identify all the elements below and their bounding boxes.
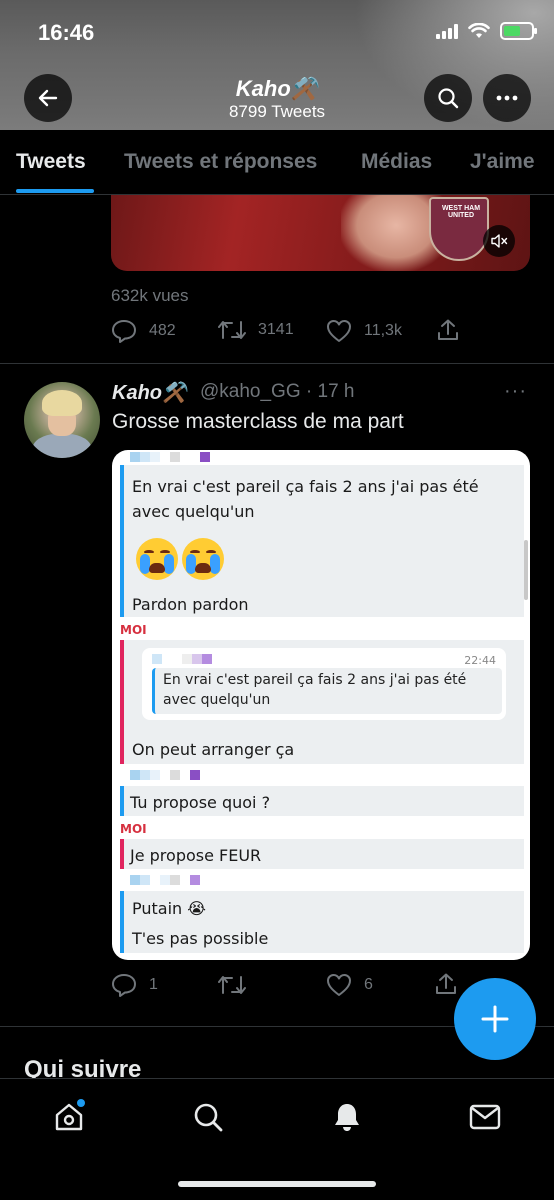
- retweet-count: 3141: [258, 321, 294, 338]
- reply-count: 482: [149, 322, 176, 339]
- like-count: 11,3k: [364, 322, 402, 339]
- reply-action[interactable]: 1: [111, 973, 158, 997]
- tab-tweets[interactable]: Tweets: [16, 150, 86, 174]
- retweet-icon: [218, 321, 246, 339]
- search-icon: [438, 88, 459, 109]
- like-count: 6: [364, 976, 373, 993]
- reply-count: 1: [149, 976, 158, 993]
- more-icon: [496, 95, 518, 101]
- muted-speaker-icon: [491, 234, 508, 248]
- wifi-icon: [468, 23, 490, 38]
- profile-header: 16:46 Kaho⚒️ 8799 Tweets: [0, 0, 554, 130]
- message-text: En vrai c'est pareil ça fais 2 ans j'ai …: [132, 477, 479, 496]
- share-icon: [438, 319, 458, 340]
- screenshot-scrollbar: [524, 540, 528, 600]
- nav-messages[interactable]: [467, 1099, 503, 1135]
- search-icon: [194, 1103, 223, 1132]
- more-button[interactable]: [483, 74, 531, 122]
- message-text: On peut arranger ça: [132, 740, 295, 759]
- quote-text: avec quelqu'un: [163, 692, 271, 708]
- nav-home[interactable]: [51, 1099, 87, 1135]
- messages-icon: [469, 1104, 501, 1130]
- like-action[interactable]: 11,3k: [326, 319, 402, 343]
- reply-icon: [112, 320, 136, 343]
- quote-text: En vrai c'est pareil ça fais 2 ans j'ai …: [163, 672, 467, 688]
- share-action[interactable]: [436, 318, 460, 342]
- profile-tabs: Tweets Tweets et réponses Médias J'aime: [0, 130, 554, 195]
- heart-icon: [327, 974, 351, 996]
- quote-time: 22:44: [464, 654, 496, 667]
- message-text: Pardon pardon: [132, 595, 249, 614]
- tweet-handle-time[interactable]: @kaho_GG · 17 h: [200, 381, 354, 403]
- retweet-action[interactable]: [218, 974, 258, 996]
- nav-search[interactable]: [190, 1099, 226, 1135]
- tweet-text: Grosse masterclass de ma part: [112, 410, 404, 433]
- message-text: avec quelqu'un: [132, 502, 255, 521]
- battery-icon: [500, 22, 537, 40]
- view-count: 632k vues: [111, 286, 189, 305]
- quoted-message: 22:44 En vrai c'est pareil ça fais 2 ans…: [142, 648, 506, 720]
- tab-media[interactable]: Médias: [361, 150, 432, 174]
- reply-action[interactable]: 482: [111, 319, 176, 343]
- search-button[interactable]: [424, 74, 472, 122]
- pixelated-username: [152, 654, 222, 664]
- message-text: T'es pas possible: [132, 929, 269, 948]
- moi-label: MOI: [120, 822, 147, 836]
- status-time: 16:46: [38, 20, 95, 45]
- tab-tweets-replies[interactable]: Tweets et réponses: [124, 150, 317, 174]
- message-text: Tu propose quoi ?: [130, 793, 271, 812]
- mute-button[interactable]: [483, 225, 515, 257]
- message-text: Putain 😭: [132, 899, 206, 918]
- tab-likes[interactable]: J'aime: [470, 150, 535, 174]
- status-icons: [436, 22, 537, 40]
- pixelated-username: [130, 452, 210, 462]
- share-action[interactable]: [434, 972, 458, 996]
- retweet-icon: [218, 976, 246, 994]
- notifications-icon: [335, 1104, 359, 1131]
- who-to-follow-heading: Qui suivre: [24, 1056, 142, 1078]
- reply-icon: [112, 974, 136, 997]
- tweet-display-name[interactable]: Kaho⚒️: [112, 380, 187, 405]
- crying-emoji-icon: [182, 538, 224, 580]
- pixelated-username: [130, 770, 200, 780]
- crying-emoji-icon: [136, 538, 178, 580]
- avatar[interactable]: [24, 382, 100, 458]
- tweet-video[interactable]: WEST HAM UNITED: [111, 195, 530, 271]
- compose-tweet-button[interactable]: [454, 978, 536, 1060]
- retweet-action[interactable]: 3141: [218, 319, 294, 341]
- heart-icon: [327, 320, 351, 342]
- tweet-more-icon[interactable]: ···: [504, 380, 527, 403]
- home-indicator: [178, 1181, 376, 1187]
- share-icon: [436, 973, 456, 994]
- plus-icon: [481, 1005, 509, 1033]
- west-ham-badge: WEST HAM UNITED: [429, 197, 489, 261]
- pixelated-username: [130, 875, 200, 885]
- nav-notifications[interactable]: [329, 1099, 365, 1135]
- signal-icon: [436, 23, 458, 39]
- active-tab-indicator: [16, 189, 94, 193]
- message-text: Je propose FEUR: [130, 846, 262, 865]
- tweet-divider: [0, 363, 554, 364]
- moi-label: MOI: [120, 623, 147, 637]
- tweet-image-screenshot[interactable]: En vrai c'est pareil ça fais 2 ans j'ai …: [112, 450, 530, 960]
- like-action[interactable]: 6: [326, 973, 373, 997]
- notification-dot: [77, 1099, 85, 1107]
